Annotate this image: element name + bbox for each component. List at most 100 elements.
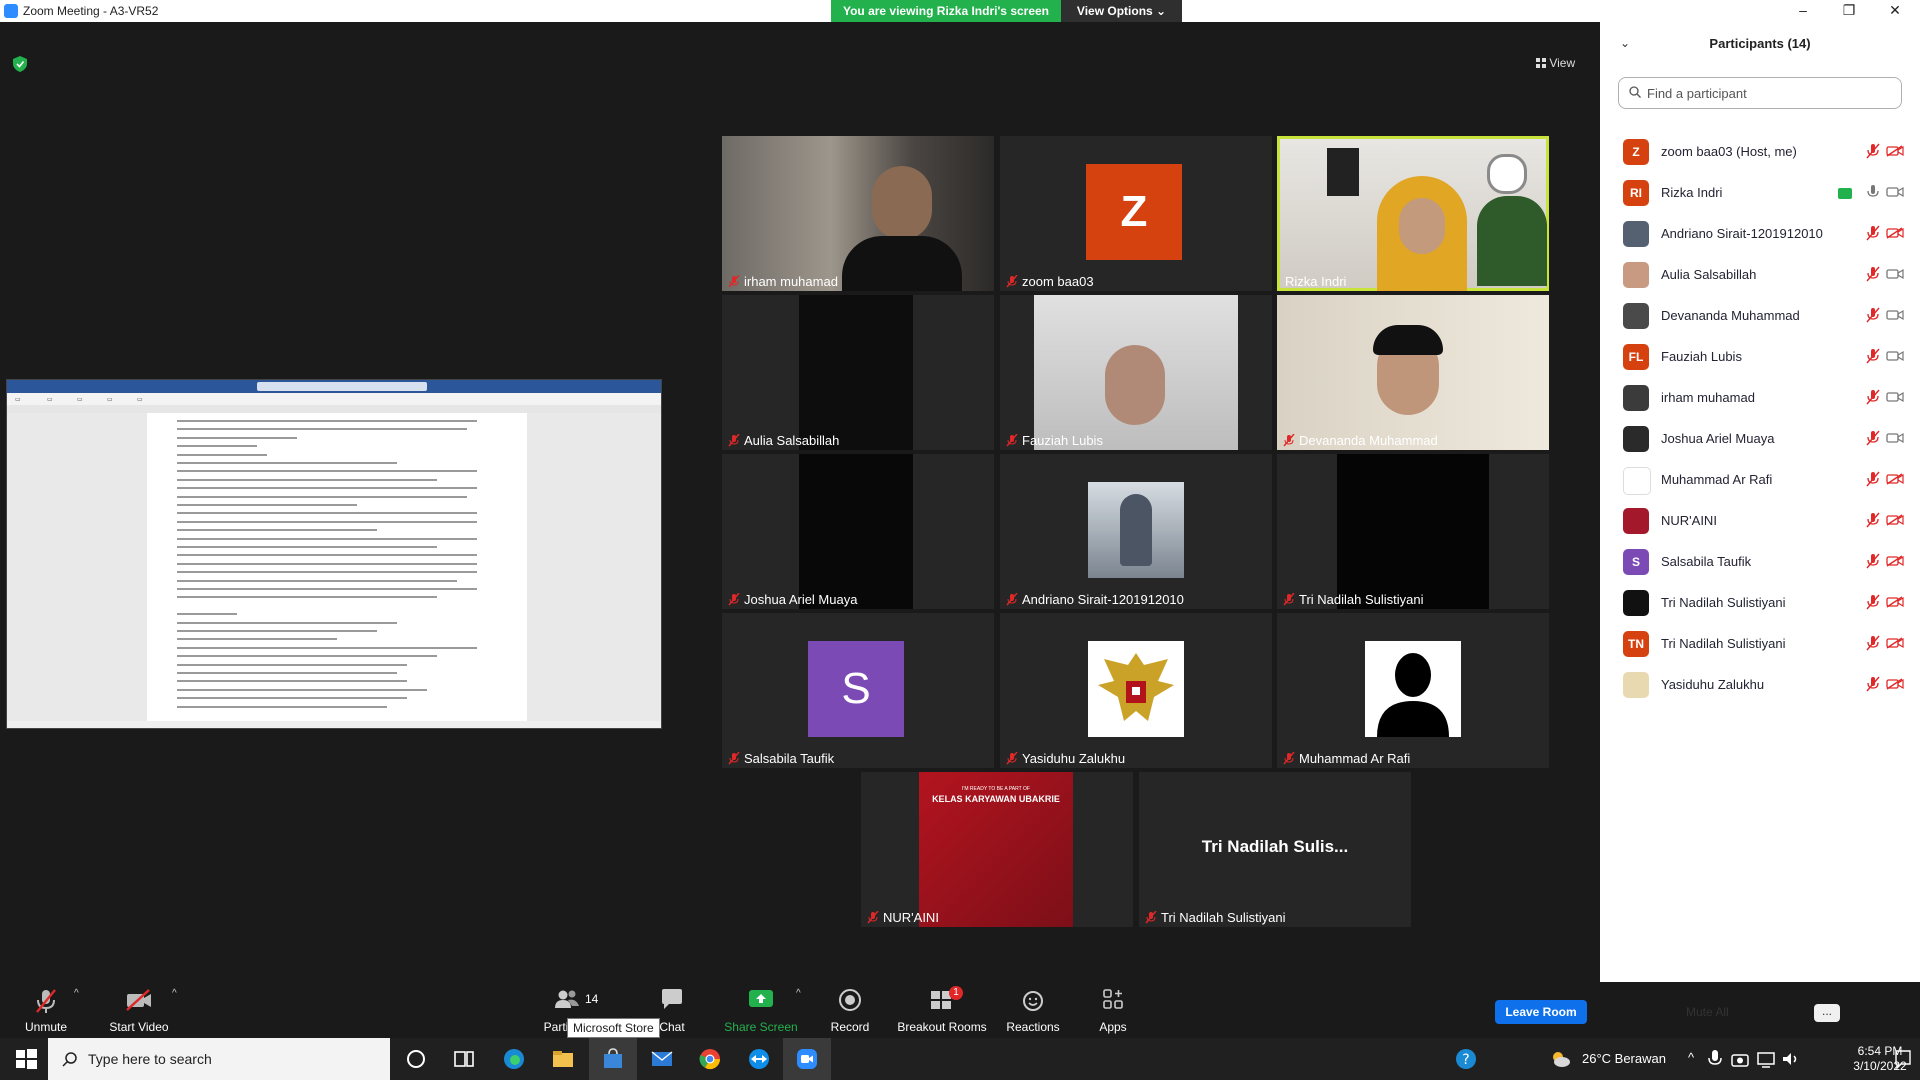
video-tile-joshua-ariel-muaya[interactable]: Joshua Ariel Muaya (722, 454, 994, 609)
view-button[interactable]: View (1536, 56, 1575, 70)
zoom-icon[interactable] (795, 1047, 819, 1071)
record-button[interactable]: Record (820, 982, 880, 1038)
file-explorer-icon[interactable] (551, 1047, 575, 1071)
video-tile-tri-nadilah-sulistiyani[interactable]: Tri Nadilah Sulistiyani (1277, 454, 1549, 609)
smiley-icon (1023, 991, 1043, 1011)
task-view-icon[interactable] (452, 1047, 476, 1071)
participant-row[interactable]: RI Rizka Indri (1600, 171, 1920, 212)
video-icon[interactable] (1886, 350, 1904, 362)
participant-row[interactable]: Andriano Sirait-1201912010 (1600, 212, 1920, 253)
participant-row[interactable]: S Salsabila Taufik (1600, 540, 1920, 581)
participant-row[interactable]: Aulia Salsabillah (1600, 253, 1920, 294)
share-screen-button[interactable]: Share Screen (722, 982, 800, 1038)
video-icon[interactable] (1886, 391, 1904, 403)
video-tile-salsabila-taufik[interactable]: S Salsabila Taufik (722, 613, 994, 768)
audio-options-caret[interactable]: ^ (74, 988, 79, 999)
participant-hair (1373, 325, 1443, 355)
share-options-caret[interactable]: ^ (796, 988, 801, 999)
muted-mic-icon[interactable] (1866, 266, 1880, 282)
shield-icon[interactable] (13, 56, 27, 72)
video-off-icon[interactable] (1886, 473, 1904, 485)
help-icon[interactable]: ? (1454, 1047, 1478, 1071)
video-tile-zoom-baa03[interactable]: Z zoom baa03 (1000, 136, 1272, 291)
mic-icon[interactable] (1866, 184, 1880, 200)
video-tile-aulia-salsabillah[interactable]: Aulia Salsabillah (722, 295, 994, 450)
muted-mic-icon[interactable] (1866, 389, 1880, 405)
breakout-rooms-button[interactable]: 1 Breakout Rooms (895, 982, 989, 1038)
muted-mic-icon[interactable] (1866, 348, 1880, 364)
video-tile-nuraini[interactable]: I'M READY TO BE A PART OF KELAS KARYAWAN… (861, 772, 1133, 927)
muted-mic-icon[interactable] (1866, 676, 1880, 692)
mute-all-button[interactable]: Mute All (1686, 1005, 1729, 1019)
view-options-button[interactable]: View Options ⌄ (1061, 0, 1182, 22)
muted-mic-icon[interactable] (1866, 553, 1880, 569)
video-tile-devananda-muhammad[interactable]: Devananda Muhammad (1277, 295, 1549, 450)
start-video-button[interactable]: Start Video (103, 982, 175, 1038)
restore-button[interactable]: ❐ (1826, 0, 1872, 22)
participant-row[interactable]: Joshua Ariel Muaya (1600, 417, 1920, 458)
chevron-up-icon[interactable]: ^ (1688, 1050, 1694, 1065)
close-button[interactable]: ✕ (1872, 0, 1918, 22)
minimize-button[interactable]: – (1780, 0, 1826, 22)
participant-row[interactable]: irham muhamad (1600, 376, 1920, 417)
video-off-icon[interactable] (1886, 637, 1904, 649)
muted-mic-icon[interactable] (1866, 307, 1880, 323)
participant-row[interactable]: Tri Nadilah Sulistiyani (1600, 581, 1920, 622)
mail-icon[interactable] (650, 1047, 674, 1071)
participant-row[interactable]: Yasiduhu Zalukhu (1600, 663, 1920, 704)
video-options-caret[interactable]: ^ (172, 988, 177, 999)
participant-row[interactable]: FL Fauziah Lubis (1600, 335, 1920, 376)
unmute-button[interactable]: Unmute (16, 982, 76, 1038)
video-tile-irham-muhamad[interactable]: irham muhamad (722, 136, 994, 291)
participant-search-input[interactable]: Find a participant (1618, 77, 1902, 109)
more-options-button[interactable]: ... (1814, 1004, 1840, 1022)
display-icon[interactable] (1756, 1047, 1776, 1071)
video-tile-fauziah-lubis[interactable]: Fauziah Lubis (1000, 295, 1272, 450)
video-off-icon[interactable] (1886, 227, 1904, 239)
reactions-button[interactable]: Reactions (1003, 982, 1063, 1038)
video-tile-tri-nadilah-sulistiyani-2[interactable]: Tri Nadilah Sulis... Tri Nadilah Sulisti… (1139, 772, 1411, 927)
participant-row[interactable]: Zzoom baa03 (Host, me) (1600, 130, 1920, 171)
edge-icon[interactable] (502, 1047, 526, 1071)
cortana-icon[interactable] (404, 1047, 428, 1071)
muted-mic-icon[interactable] (1866, 594, 1880, 610)
document-text-line (177, 487, 477, 490)
taskbar-search-input[interactable]: Type here to search (48, 1038, 390, 1080)
camera-icon[interactable] (1730, 1047, 1750, 1071)
participant-row[interactable]: Muhammad Ar Rafi (1600, 458, 1920, 499)
video-icon[interactable] (1886, 186, 1904, 198)
muted-mic-icon[interactable] (1866, 512, 1880, 528)
muted-mic-icon[interactable] (1866, 635, 1880, 651)
muted-mic-icon[interactable] (1866, 471, 1880, 487)
muted-mic-icon[interactable] (1866, 225, 1880, 241)
video-icon[interactable] (1886, 432, 1904, 444)
video-icon[interactable] (1886, 309, 1904, 321)
muted-mic-icon[interactable] (1866, 430, 1880, 446)
participant-figure (1120, 494, 1152, 566)
notification-icon[interactable] (1893, 1047, 1913, 1071)
muted-mic-icon[interactable] (1866, 143, 1880, 159)
video-tile-andriano-sirait[interactable]: Andriano Sirait-1201912010 (1000, 454, 1272, 609)
microphone-icon[interactable] (1706, 1047, 1724, 1071)
participant-row[interactable]: Devananda Muhammad (1600, 294, 1920, 335)
video-off-icon[interactable] (1886, 596, 1904, 608)
video-tile-muhammad-ar-rafi[interactable]: Muhammad Ar Rafi (1277, 613, 1549, 768)
participant-row[interactable]: TN Tri Nadilah Sulistiyani (1600, 622, 1920, 663)
leave-room-button[interactable]: Leave Room (1495, 1000, 1587, 1024)
video-tile-yasiduhu-zalukhu[interactable]: Yasiduhu Zalukhu (1000, 613, 1272, 768)
teamviewer-icon[interactable] (747, 1047, 771, 1071)
video-off-icon[interactable] (1886, 555, 1904, 567)
volume-icon[interactable] (1780, 1047, 1800, 1071)
video-icon[interactable] (1886, 268, 1904, 280)
video-off-icon[interactable] (1886, 514, 1904, 526)
participant-row[interactable]: NUR'AINI (1600, 499, 1920, 540)
apps-button[interactable]: Apps (1083, 982, 1143, 1038)
video-off-icon[interactable] (1886, 145, 1904, 157)
windows-start-icon[interactable] (14, 1047, 38, 1071)
video-off-icon[interactable] (1886, 678, 1904, 690)
chrome-icon[interactable] (698, 1047, 722, 1071)
microsoft-store-icon[interactable] (601, 1047, 625, 1071)
shared-screen-view[interactable]: ▭ ▭ ▭ ▭ ▭ (6, 379, 662, 729)
document-text-line (177, 512, 477, 515)
video-tile-rizka-indri[interactable]: Rizka Indri (1277, 136, 1549, 291)
